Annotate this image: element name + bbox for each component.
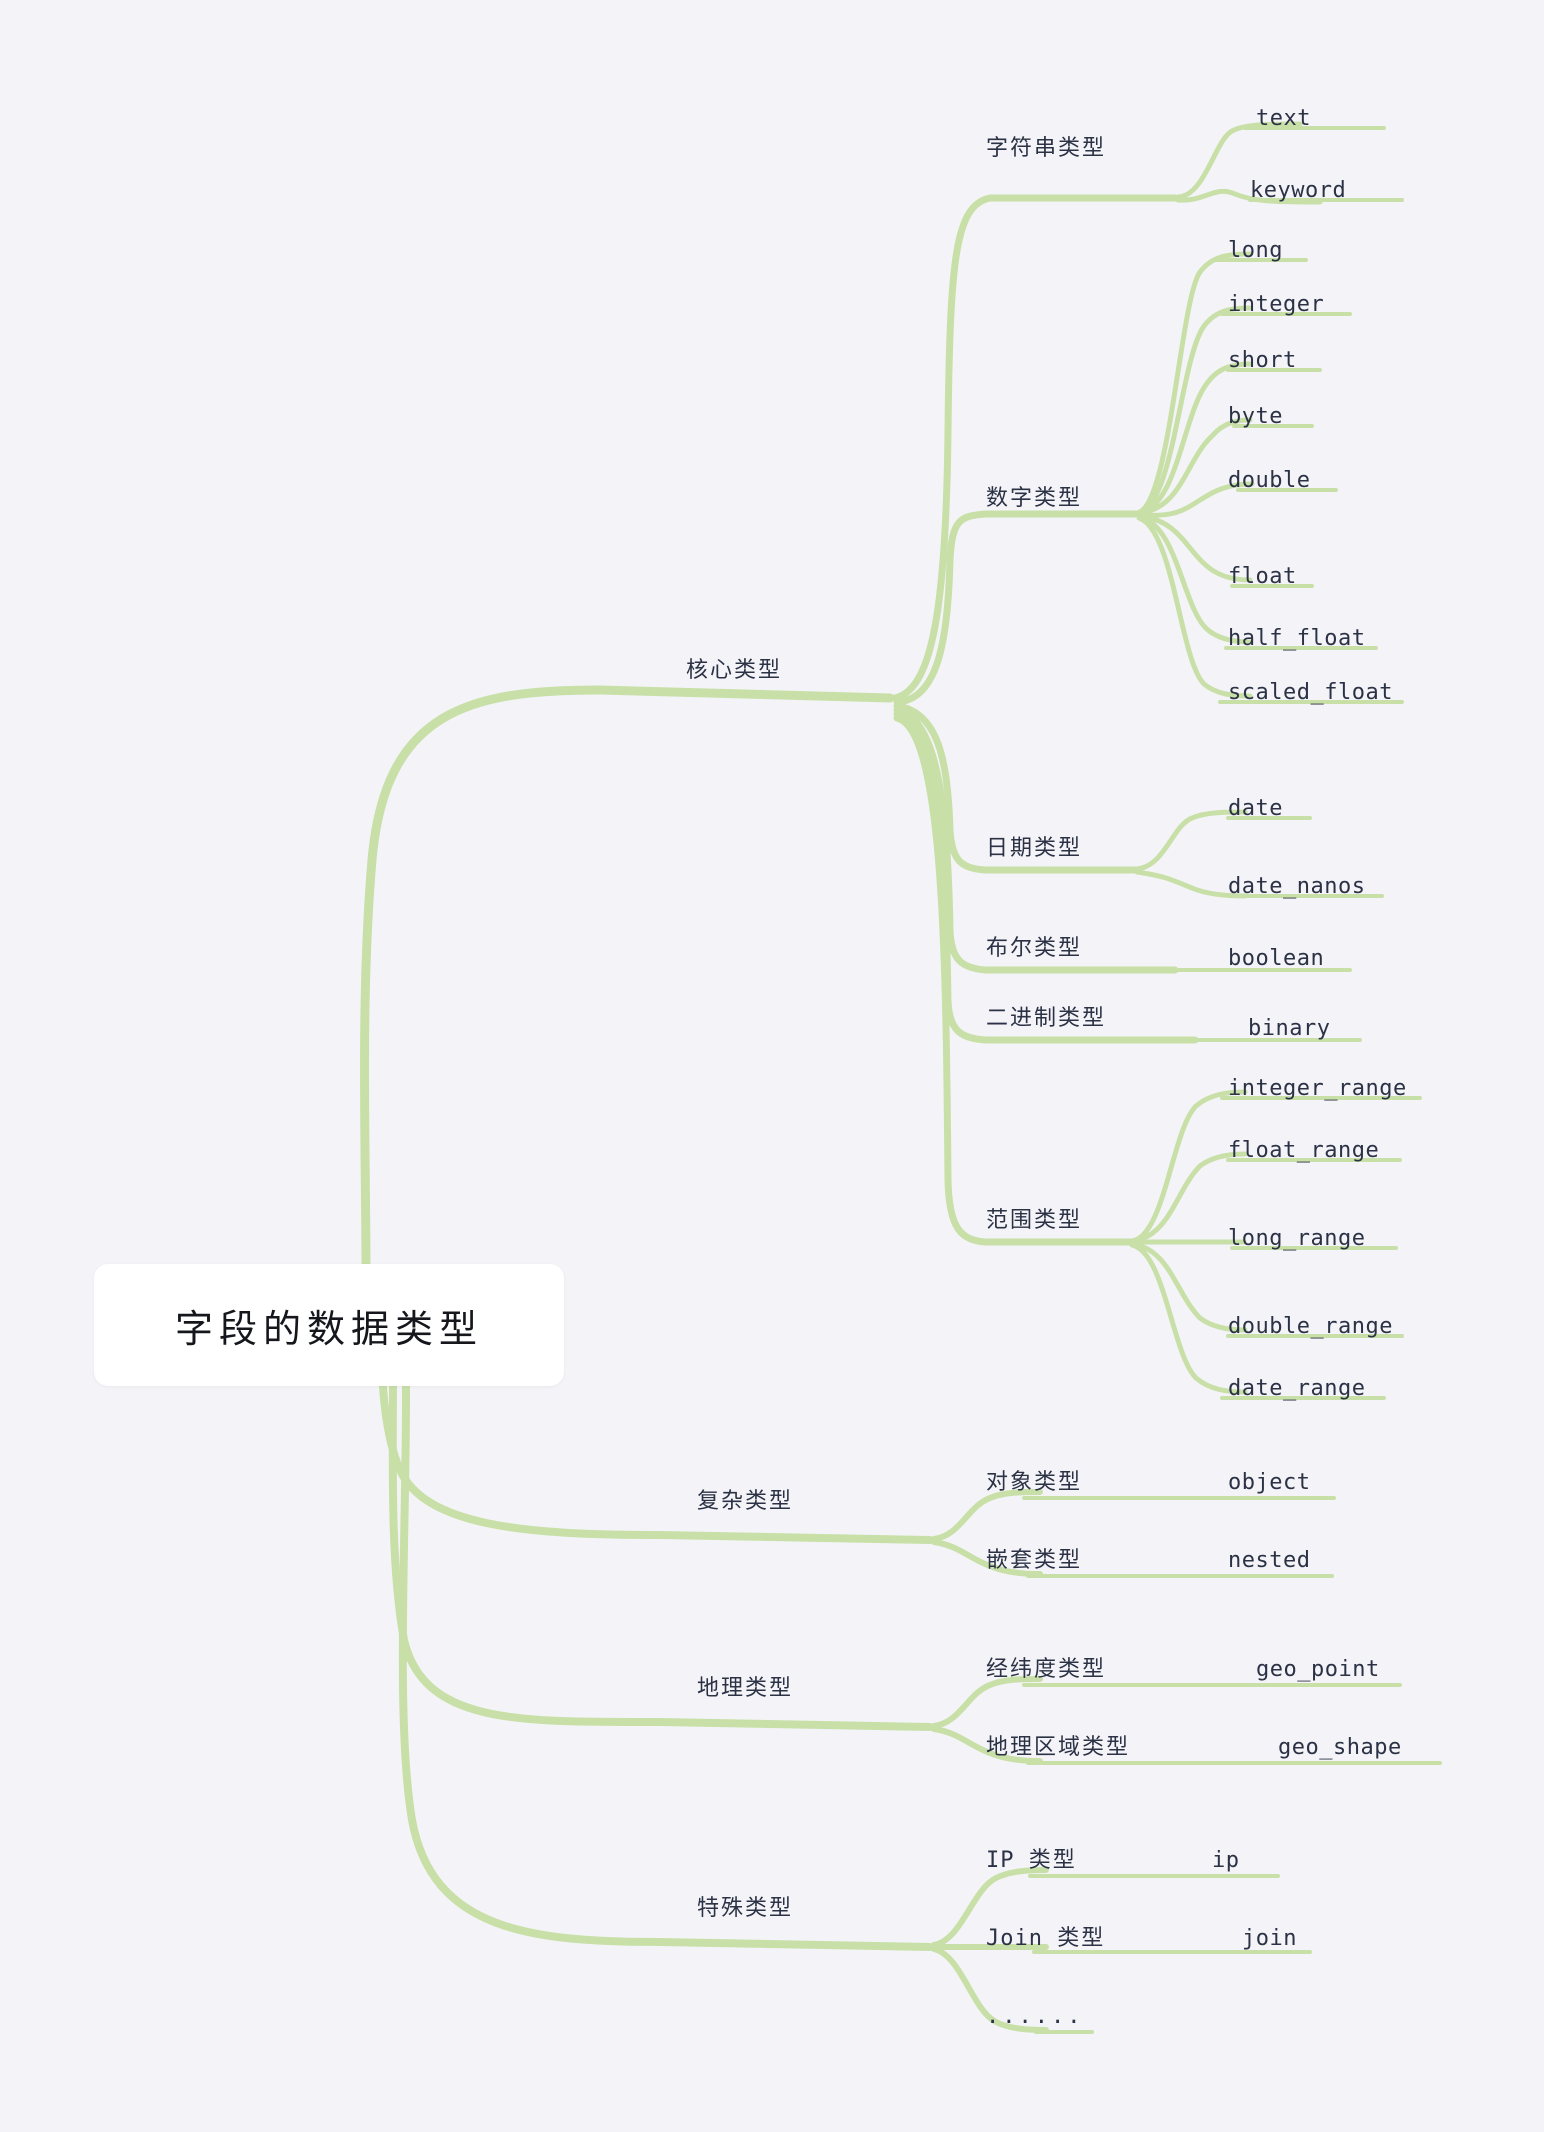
leaf-byte[interactable]: byte bbox=[1228, 406, 1283, 428]
leaf-boolean[interactable]: boolean bbox=[1228, 948, 1324, 970]
leaf-date-nanos[interactable]: date_nanos bbox=[1228, 876, 1365, 898]
mindmap-canvas: 字段的数据类型 核心类型 复杂类型 地理类型 特殊类型 字符串类型 数字类型 日… bbox=[0, 0, 1544, 2132]
node-join-type[interactable]: Join 类型 bbox=[986, 1928, 1105, 1950]
leaf-date[interactable]: date bbox=[1228, 798, 1283, 820]
leaf-integer[interactable]: integer bbox=[1228, 294, 1324, 316]
leaf-scaled-float[interactable]: scaled_float bbox=[1228, 682, 1393, 704]
leaf-binary[interactable]: binary bbox=[1248, 1018, 1330, 1040]
leaf-integer-range[interactable]: integer_range bbox=[1228, 1078, 1407, 1100]
mindmap-connectors bbox=[360, 121, 1442, 2034]
node-numeric-type[interactable]: 数字类型 bbox=[986, 488, 1082, 510]
node-string-type[interactable]: 字符串类型 bbox=[986, 138, 1106, 160]
leaf-long[interactable]: long bbox=[1228, 240, 1283, 262]
join-type-prefix: Join bbox=[986, 1926, 1043, 1951]
leaf-geo-point[interactable]: geo_point bbox=[1256, 1659, 1380, 1681]
root-node[interactable]: 字段的数据类型 bbox=[94, 1264, 564, 1386]
node-georegion-type[interactable]: 地理区域类型 bbox=[986, 1737, 1130, 1759]
node-ellipsis[interactable]: ...... bbox=[986, 2006, 1083, 2028]
leaf-keyword[interactable]: keyword bbox=[1250, 180, 1346, 202]
leaf-ip[interactable]: ip bbox=[1212, 1850, 1240, 1872]
leaf-float[interactable]: float bbox=[1228, 566, 1297, 588]
node-binary-type[interactable]: 二进制类型 bbox=[986, 1008, 1106, 1030]
node-ip-type[interactable]: IP 类型 bbox=[986, 1850, 1077, 1872]
leaf-nested[interactable]: nested bbox=[1228, 1550, 1310, 1572]
node-range-type[interactable]: 范围类型 bbox=[986, 1210, 1082, 1232]
node-date-type[interactable]: 日期类型 bbox=[986, 838, 1082, 860]
branch-geo[interactable]: 地理类型 bbox=[697, 1678, 793, 1700]
leaf-double[interactable]: double bbox=[1228, 470, 1310, 492]
node-nested-type[interactable]: 嵌套类型 bbox=[986, 1550, 1082, 1572]
root-label: 字段的数据类型 bbox=[174, 1306, 483, 1351]
branch-core[interactable]: 核心类型 bbox=[686, 660, 782, 682]
leaf-short[interactable]: short bbox=[1228, 350, 1297, 372]
leaf-date-range[interactable]: date_range bbox=[1228, 1378, 1365, 1400]
node-object-type[interactable]: 对象类型 bbox=[986, 1472, 1082, 1494]
leaf-join[interactable]: join bbox=[1242, 1928, 1297, 1950]
node-boolean-type[interactable]: 布尔类型 bbox=[986, 938, 1082, 960]
ip-type-suffix: 类型 bbox=[1028, 1848, 1077, 1873]
node-latlon-type[interactable]: 经纬度类型 bbox=[986, 1659, 1106, 1681]
leaf-double-range[interactable]: double_range bbox=[1228, 1316, 1393, 1338]
leaf-float-range[interactable]: float_range bbox=[1228, 1140, 1379, 1162]
branch-complex[interactable]: 复杂类型 bbox=[697, 1491, 793, 1513]
branch-special[interactable]: 特殊类型 bbox=[697, 1898, 793, 1920]
leaf-object[interactable]: object bbox=[1228, 1472, 1310, 1494]
leaf-geo-shape[interactable]: geo_shape bbox=[1278, 1737, 1402, 1759]
leaf-text[interactable]: text bbox=[1256, 108, 1311, 130]
leaf-long-range[interactable]: long_range bbox=[1228, 1228, 1365, 1250]
join-type-suffix: 类型 bbox=[1057, 1926, 1106, 1951]
leaf-half-float[interactable]: half_float bbox=[1228, 628, 1365, 650]
ip-type-prefix: IP bbox=[986, 1848, 1015, 1873]
